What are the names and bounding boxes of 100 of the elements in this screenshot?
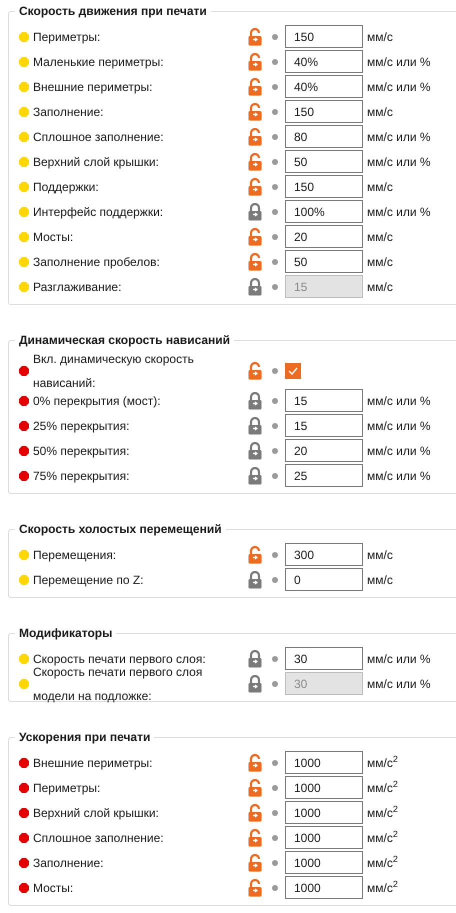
- open-padlock-icon[interactable]: [247, 778, 263, 796]
- setting-label: Заполнение пробелов:: [33, 254, 160, 268]
- setting-label: Вкл. динамическую скорость нависаний:: [33, 352, 194, 390]
- section-title: Модификаторы: [18, 625, 114, 642]
- setting-label: Сплошное заполнение:: [33, 830, 164, 844]
- setting-label: Разглаживание:: [33, 280, 122, 294]
- setting-label: Верхний слой крышки:: [33, 806, 159, 820]
- setting-label: Перемещение по Z:: [33, 572, 144, 586]
- unit-label: мм/с: [367, 28, 393, 46]
- open-padlock-icon[interactable]: [247, 828, 263, 846]
- setting-label: 50% перекрытия:: [33, 444, 130, 458]
- section-title: Динамическая скорость нависаний: [18, 332, 232, 349]
- unit-label: мм/с или %: [367, 54, 431, 70]
- open-padlock-icon[interactable]: [247, 546, 263, 564]
- unit-label: мм/с: [367, 572, 393, 588]
- setting-label: Мосты:: [33, 230, 74, 244]
- unit-label: мм/с$^{2}$: [367, 804, 398, 822]
- setting-label: Внешние периметры:: [33, 756, 152, 770]
- setting-label: 75% перекрытия:: [33, 468, 130, 482]
- unit-label: мм/с: [367, 178, 393, 196]
- unit-label: мм/с или %: [367, 418, 431, 434]
- value-field[interactable]: 50: [285, 250, 363, 273]
- section-title: Скорость холостых перемещений: [18, 521, 223, 538]
- value-field[interactable]: 1000: [285, 851, 363, 874]
- unit-label: мм/с: [367, 546, 393, 564]
- padlock-icon[interactable]: [247, 202, 263, 220]
- unit-label: мм/с или %: [367, 78, 431, 96]
- open-padlock-icon[interactable]: [247, 28, 263, 46]
- padlock-icon[interactable]: [247, 416, 263, 434]
- open-padlock-icon[interactable]: [247, 878, 263, 896]
- value-field[interactable]: 20: [285, 225, 363, 248]
- setting-label: Внешние периметры:: [33, 80, 152, 94]
- value-field[interactable]: 1000: [285, 801, 363, 824]
- padlock-icon[interactable]: [247, 466, 263, 484]
- padlock-icon[interactable]: [247, 570, 263, 588]
- setting-label: Поддержки:: [33, 180, 99, 194]
- value-field[interactable]: 1000: [285, 826, 363, 849]
- value-field[interactable]: 1000: [285, 751, 363, 774]
- value-field[interactable]: 20: [285, 439, 363, 462]
- padlock-icon[interactable]: [247, 442, 263, 460]
- value-field[interactable]: 25: [285, 464, 363, 487]
- value-field[interactable]: 300: [285, 543, 363, 566]
- value-field[interactable]: 1000: [285, 876, 363, 899]
- open-padlock-icon[interactable]: [247, 754, 263, 772]
- unit-label: мм/с или %: [367, 154, 431, 170]
- value-field[interactable]: 0: [285, 568, 363, 591]
- value-field[interactable]: 80: [285, 125, 363, 148]
- value-field[interactable]: 150: [285, 175, 363, 198]
- padlock-icon[interactable]: [247, 650, 263, 668]
- setting-label: Сплошное заполнение:: [33, 130, 164, 144]
- value-field[interactable]: 150: [285, 25, 363, 48]
- open-padlock-icon[interactable]: [247, 152, 263, 170]
- unit-label: мм/с или %: [367, 128, 431, 146]
- setting-label: Заполнение:: [33, 104, 104, 118]
- unit-label: мм/с$^{2}$: [367, 828, 398, 846]
- value-field[interactable]: 150: [285, 100, 363, 123]
- open-padlock-icon[interactable]: [247, 252, 263, 270]
- value-field[interactable]: 15: [285, 389, 363, 412]
- unit-label: мм/с или %: [367, 204, 431, 220]
- setting-label: Скорость печати первого слоя модели на подложке:: [33, 664, 202, 702]
- setting-label: Заполнение:: [33, 856, 104, 870]
- open-padlock-icon[interactable]: [247, 854, 263, 872]
- value-field[interactable]: 15: [285, 414, 363, 437]
- open-padlock-icon[interactable]: [247, 102, 263, 120]
- setting-label: 0% перекрытия (мост):: [33, 394, 161, 408]
- unit-label: мм/с или %: [367, 676, 431, 692]
- value-field[interactable]: 40%: [285, 75, 363, 98]
- value-field[interactable]: 1000: [285, 776, 363, 799]
- unit-label: мм/с: [367, 254, 393, 270]
- checkbox[interactable]: [285, 362, 301, 378]
- unit-label: мм/с или %: [367, 650, 431, 668]
- open-padlock-icon[interactable]: [247, 178, 263, 196]
- setting-label: Скорость печати первого слоя:: [33, 652, 206, 666]
- setting-label: Маленькие периметры:: [33, 54, 164, 68]
- value-field[interactable]: 40%: [285, 50, 363, 73]
- unit-label: мм/с$^{2}$: [367, 854, 398, 872]
- unit-label: мм/с или %: [367, 468, 431, 484]
- value-field[interactable]: 50: [285, 150, 363, 173]
- check-icon: [288, 366, 298, 374]
- unit-label: мм/с или %: [367, 392, 431, 410]
- setting-label: Мосты:: [33, 880, 74, 894]
- unit-label: мм/с: [367, 228, 393, 246]
- setting-label: Периметры:: [33, 780, 100, 794]
- setting-label: Интерфейс поддержки:: [33, 204, 164, 218]
- value-field[interactable]: 30: [285, 647, 363, 670]
- setting-label: 25% перекрытия:: [33, 418, 130, 432]
- open-padlock-icon[interactable]: [247, 78, 263, 96]
- setting-label: Верхний слой крышки:: [33, 154, 159, 168]
- section-title: Ускорения при печати: [18, 729, 152, 746]
- padlock-icon[interactable]: [247, 392, 263, 410]
- open-padlock-icon[interactable]: [247, 362, 263, 380]
- unit-label: мм/с: [367, 278, 393, 296]
- setting-label: Периметры:: [33, 30, 100, 44]
- unit-label: мм/с$^{2}$: [367, 754, 398, 772]
- value-field[interactable]: 100%: [285, 200, 363, 223]
- open-padlock-icon[interactable]: [247, 52, 263, 70]
- open-padlock-icon[interactable]: [247, 804, 263, 822]
- setting-label: Перемещения:: [33, 548, 116, 562]
- open-padlock-icon[interactable]: [247, 228, 263, 246]
- open-padlock-icon[interactable]: [247, 128, 263, 146]
